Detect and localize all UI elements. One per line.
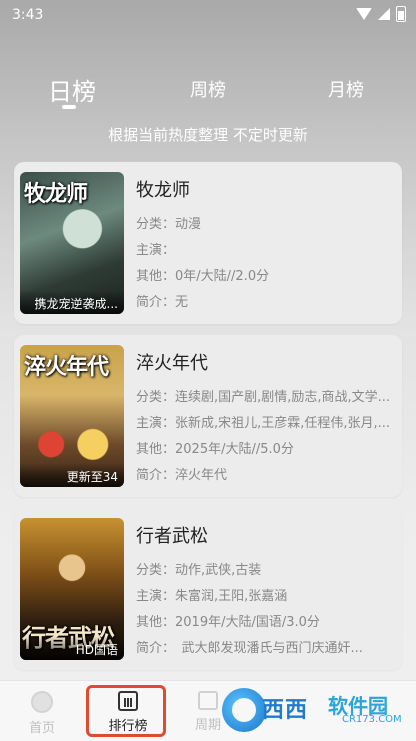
item-title: 行者武松 [136,526,208,547]
status-icons [356,6,406,22]
item-info: 行者武松 分类：动作,武侠,古装 主演：朱富润,王阳,张嘉涵 其他：2019年/… [136,522,394,662]
site-watermark: 西西 软件园 CR173.COM [222,686,412,734]
ranking-tabs: 日榜 周榜 月榜 [0,70,416,110]
poster-image[interactable]: 淬火年代 更新至34 [20,345,124,487]
tab-weekly[interactable]: 周榜 [190,76,226,102]
watermark-sub: CR173.COM [342,714,402,725]
item-info: 牧龙师 分类：动漫 主演： 其他：0年/大陆//2.0分 简介：无 [136,176,394,316]
item-other: 其他：2019年/大陆/国语/3.0分 [136,615,320,630]
list-item[interactable]: 淬火年代 更新至34 淬火年代 分类：连续剧,国产剧,剧情,励志,商战,文学..… [14,335,402,497]
item-cast: 主演：张新成,宋祖儿,王彦霖,任程伟,张月,... [136,416,391,431]
calendar-icon [198,691,218,710]
item-info: 淬火年代 分类：连续剧,国产剧,剧情,励志,商战,文学... 主演：张新成,宋祖… [136,349,394,489]
item-intro: 简介：淬火年代 [136,468,228,483]
poster-image[interactable]: 行者武松 HD国语 [20,518,124,660]
item-category: 分类：动漫 [136,217,202,232]
status-bar: 3:43 [0,0,416,30]
nav-home-label: 首页 [28,721,55,736]
ranking-subtitle: 根据当前热度整理 不定时更新 [108,126,308,144]
poster-image[interactable]: 牧龙师 携龙宠逆袭成... [20,172,124,314]
home-icon [31,691,53,713]
status-time: 3:43 [12,7,44,23]
item-cast: 主演：朱富润,王阳,张嘉涵 [136,589,288,604]
poster-badge: 更新至34 [20,463,124,487]
tab-monthly[interactable]: 月榜 [328,76,364,102]
item-category: 分类：连续剧,国产剧,剧情,励志,商战,文学... [136,390,391,405]
poster-title: 牧龙师 [24,181,88,207]
item-title: 牧龙师 [136,180,190,201]
battery-icon [396,6,406,22]
watermark-logo-icon [222,688,266,732]
nav-home[interactable]: 首页 [2,681,82,741]
item-other: 其他：2025年/大陆//5.0分 [136,442,294,457]
nav-schedule-label: 周期 [194,718,221,733]
signal-icon [378,8,390,20]
item-category: 分类：动作,武侠,古装 [136,563,262,578]
item-title: 淬火年代 [136,353,208,374]
item-other: 其他：0年/大陆//2.0分 [136,269,270,284]
poster-badge: HD国语 [20,636,124,660]
poster-title: 淬火年代 [24,354,109,380]
item-cast: 主演： [136,243,176,258]
list-item[interactable]: 牧龙师 携龙宠逆袭成... 牧龙师 分类：动漫 主演： 其他：0年/大陆//2.… [14,162,402,324]
active-tab-indicator [62,105,76,109]
watermark-text1: 西西 [262,698,309,723]
item-intro: 简介： 武大郎发现潘氏与西门庆通奸... [136,641,363,656]
poster-badge: 携龙宠逆袭成... [20,290,124,314]
item-intro: 简介：无 [136,295,189,310]
ranking-highlight-box [86,685,166,737]
tab-daily[interactable]: 日榜 [48,72,96,107]
wifi-icon [356,8,372,20]
list-item[interactable]: 行者武松 HD国语 行者武松 分类：动作,武侠,古装 主演：朱富润,王阳,张嘉涵… [14,508,402,670]
